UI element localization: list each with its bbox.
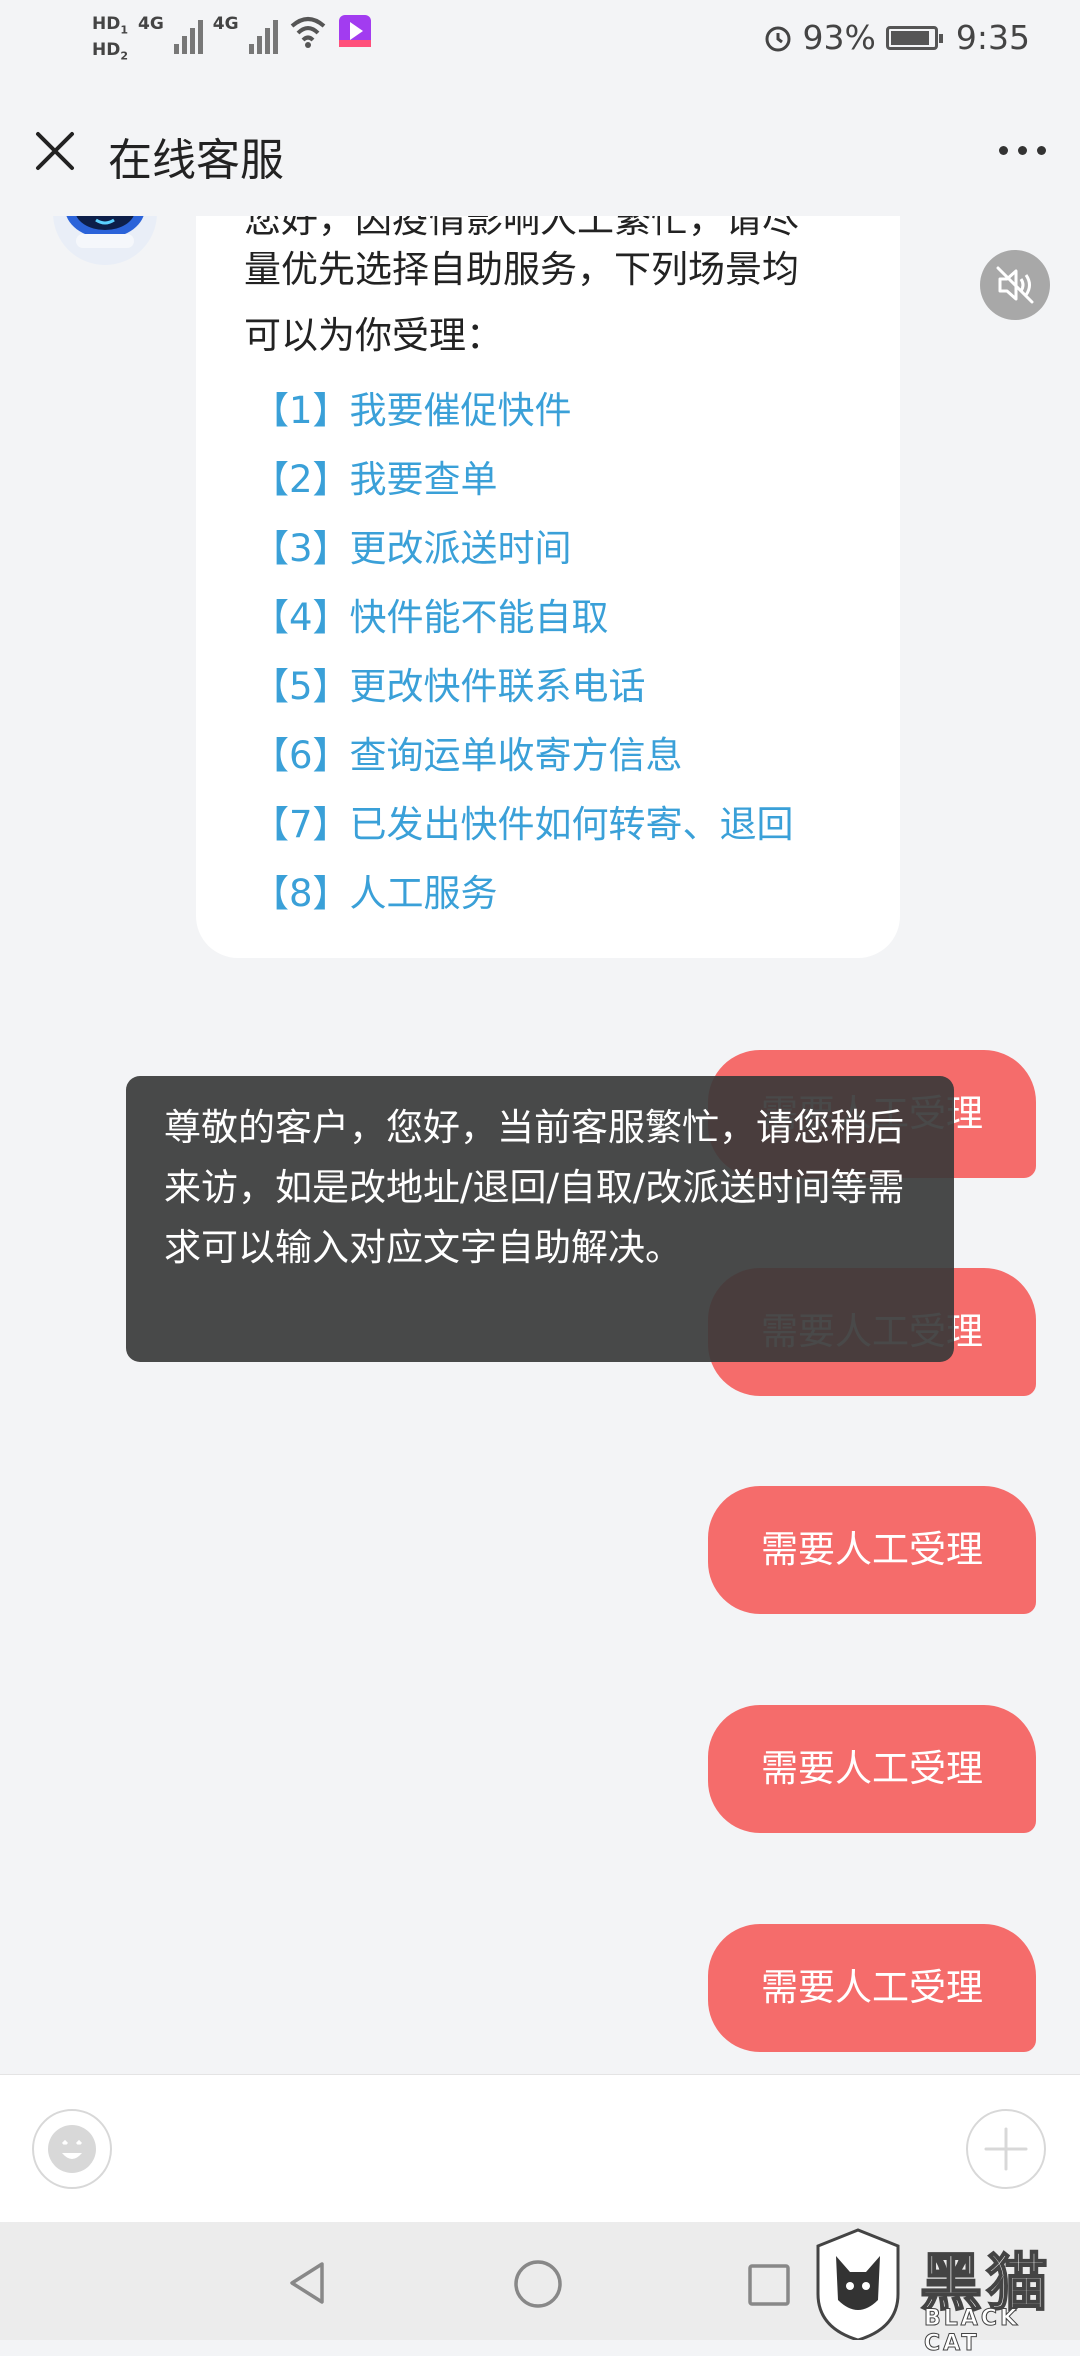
hd1-label: HD bbox=[92, 14, 121, 34]
menu-option-6[interactable]: 【6】查询运单收寄方信息 bbox=[252, 721, 794, 790]
battery-icon bbox=[885, 25, 943, 50]
bot-message-text: 您好，因疫情影响人工繁忙，请尽 量优先选择自助服务，下列场景均 可以为你受理： bbox=[244, 195, 864, 369]
menu-option-8[interactable]: 【8】人工服务 bbox=[252, 859, 794, 928]
signal2-icon bbox=[248, 14, 278, 54]
video-app-icon bbox=[338, 15, 371, 47]
more-icon[interactable] bbox=[999, 146, 1046, 155]
menu-option-3[interactable]: 【3】更改派送时间 bbox=[252, 514, 794, 583]
wifi-icon bbox=[290, 17, 325, 48]
hd-indicators: HD1 HD2 bbox=[92, 14, 128, 67]
hd2-label: HD bbox=[92, 40, 121, 61]
page-title: 在线客服 bbox=[108, 135, 284, 186]
mute-button[interactable] bbox=[980, 250, 1050, 320]
self-service-menu: 【1】我要催促快件 【2】我要查单 【3】更改派送时间 【4】快件能不能自取 【… bbox=[252, 376, 794, 928]
back-icon[interactable] bbox=[284, 2258, 330, 2308]
emoji-button[interactable] bbox=[32, 2109, 112, 2189]
signal1-icon bbox=[173, 14, 203, 54]
emoji-icon bbox=[48, 2125, 96, 2173]
status-right-group: 93% 9:35 bbox=[763, 18, 1030, 57]
clock: 9:35 bbox=[955, 18, 1030, 57]
menu-option-7[interactable]: 【7】已发出快件如何转寄、退回 bbox=[252, 790, 794, 859]
status-left-group: HD1 HD2 4G 4G bbox=[92, 14, 372, 67]
menu-option-2[interactable]: 【2】我要查单 bbox=[252, 445, 794, 514]
hd2-sub: 2 bbox=[120, 49, 128, 63]
hd1-sub: 1 bbox=[120, 23, 128, 37]
battery-percent: 93% bbox=[802, 18, 876, 57]
user-message-bubble: 需要人工受理 bbox=[708, 1486, 1036, 1614]
bot-message-line: 可以为你受理： bbox=[244, 314, 503, 357]
menu-option-1[interactable]: 【1】我要催促快件 bbox=[252, 376, 794, 445]
watermark-subtitle: BLACK CAT bbox=[924, 2306, 1021, 2356]
net2-label: 4G bbox=[212, 14, 239, 34]
home-icon[interactable] bbox=[512, 2258, 564, 2310]
recents-icon[interactable] bbox=[746, 2262, 792, 2308]
menu-option-4[interactable]: 【4】快件能不能自取 bbox=[252, 583, 794, 652]
user-message-bubble: 需要人工受理 bbox=[708, 1924, 1036, 2052]
plus-icon bbox=[984, 2127, 1028, 2171]
status-bar: HD1 HD2 4G 4G 93% 9:35 bbox=[0, 0, 1080, 86]
speaker-muted-icon bbox=[996, 266, 1034, 304]
user-message-bubble: 需要人工受理 bbox=[708, 1705, 1036, 1833]
input-bar bbox=[0, 2074, 1080, 2223]
busy-toast: 尊敬的客户，您好，当前客服繁忙，请您稍后来访，如是改地址/退回/自取/改派送时间… bbox=[126, 1076, 954, 1362]
bot-message-line: 量优先选择自助服务，下列场景均 bbox=[244, 248, 799, 291]
toast-text: 尊敬的客户，您好，当前客服繁忙，请您稍后来访，如是改地址/退回/自取/改派送时间… bbox=[164, 1106, 905, 1269]
app-header: 在线客服 bbox=[0, 86, 1080, 216]
attach-button[interactable] bbox=[966, 2109, 1046, 2189]
alarm-icon bbox=[765, 26, 791, 51]
menu-option-5[interactable]: 【5】更改快件联系电话 bbox=[252, 652, 794, 721]
close-icon[interactable] bbox=[30, 126, 80, 176]
net1-label: 4G bbox=[138, 14, 164, 34]
